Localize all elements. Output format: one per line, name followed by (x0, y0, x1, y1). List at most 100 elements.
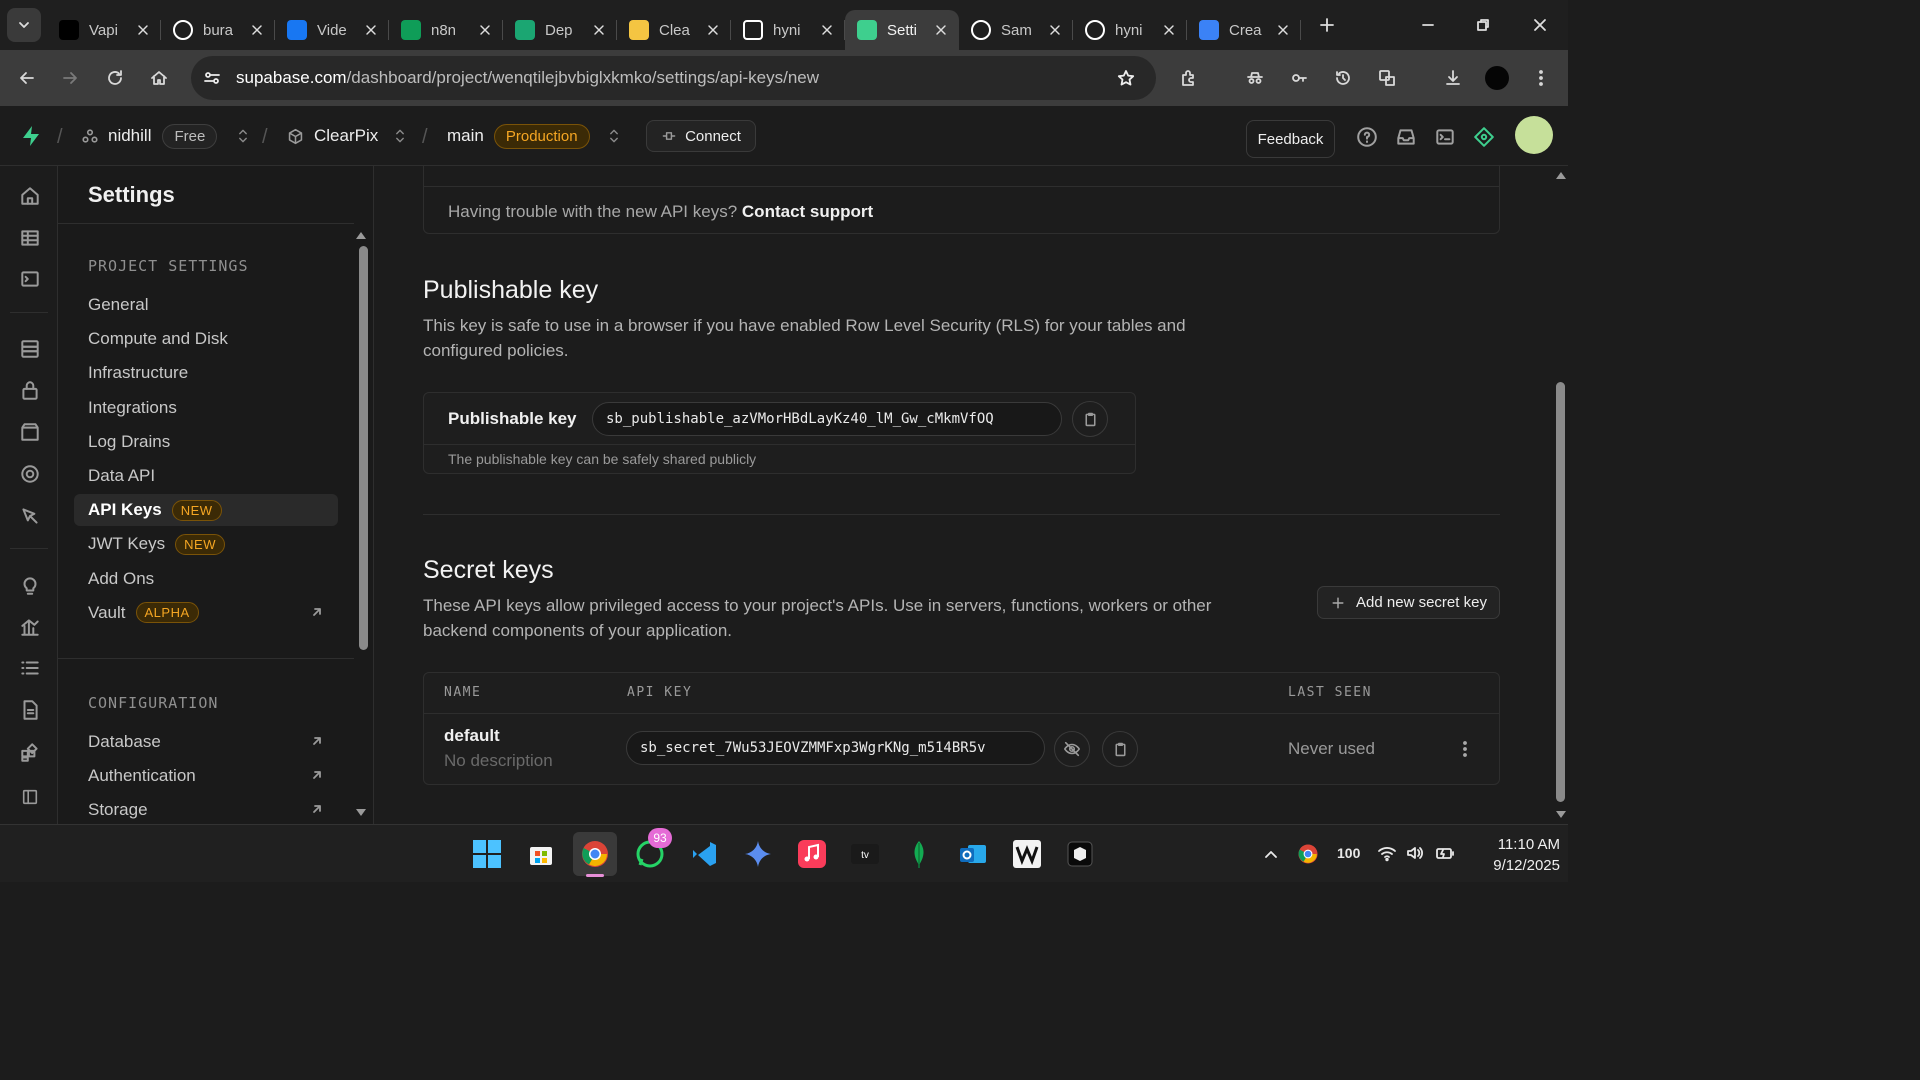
add-secret-key-button[interactable]: Add new secret key (1317, 586, 1500, 619)
settings-nav-infrastructure[interactable]: Infrastructure (74, 357, 338, 389)
secret-key-field[interactable]: sb_secret_7Wu53JEOVZMMFxp3WgrKNg_m514BR5… (626, 731, 1045, 765)
taskbar-music[interactable] (790, 832, 834, 876)
supabase-logo-icon[interactable] (19, 124, 43, 148)
taskbar-store[interactable] (519, 832, 563, 876)
config-nav-storage[interactable]: Storage (74, 794, 338, 824)
browser-tab[interactable]: Dep (503, 10, 617, 50)
forward-button[interactable] (52, 60, 88, 96)
translate-button[interactable] (1369, 60, 1405, 96)
start-button[interactable] (465, 832, 509, 876)
close-tab-icon[interactable] (705, 22, 721, 38)
org-selector[interactable]: nidhill Free (81, 106, 251, 166)
connect-button[interactable]: Connect (646, 120, 756, 152)
reveal-secret-key-button[interactable] (1054, 731, 1090, 767)
main-scroll-thumb[interactable] (1556, 382, 1565, 802)
logs-icon[interactable] (19, 657, 41, 679)
tab-search-button[interactable] (7, 8, 41, 42)
taskbar-whatsapp[interactable]: 93 (628, 828, 672, 876)
taskbar-wacom[interactable] (1005, 832, 1049, 876)
settings-nav-data-api[interactable]: Data API (74, 460, 338, 492)
reports-icon[interactable] (19, 616, 41, 638)
settings-nav-general[interactable]: General (74, 289, 338, 321)
row-actions-icon[interactable] (1455, 739, 1475, 759)
auth-lock-icon[interactable] (19, 379, 41, 401)
system-clock[interactable]: 11:10 AM 9/12/2025 (1470, 834, 1560, 876)
close-tab-icon[interactable] (477, 22, 493, 38)
taskbar-outlook[interactable] (951, 832, 995, 876)
contact-support-link[interactable]: Contact support (742, 202, 873, 221)
chrome-tray-icon[interactable] (1297, 843, 1319, 865)
taskbar-mongodb[interactable] (897, 832, 941, 876)
settings-nav-api-keys[interactable]: API Keys NEW (74, 494, 338, 527)
table-editor-icon[interactable] (19, 227, 41, 249)
profile-button[interactable] (1479, 60, 1515, 96)
config-nav-database[interactable]: Database (74, 726, 338, 758)
feedback-button[interactable]: Feedback (1246, 120, 1335, 158)
assistant-icon[interactable] (1473, 126, 1495, 148)
taskbar-gemini[interactable] (736, 832, 780, 876)
close-tab-icon[interactable] (135, 22, 151, 38)
scroll-down-icon[interactable] (355, 808, 367, 818)
browser-tab[interactable]: n8n (389, 10, 503, 50)
back-button[interactable] (9, 60, 45, 96)
sql-editor-icon[interactable] (19, 268, 41, 290)
browser-tab[interactable]: hyni (1073, 10, 1187, 50)
browser-tab[interactable]: Sam (959, 10, 1073, 50)
taskbar-package[interactable] (1058, 832, 1102, 876)
battery-icon[interactable] (1435, 843, 1455, 863)
close-tab-icon[interactable] (1275, 22, 1291, 38)
home-button[interactable] (141, 60, 177, 96)
project-selector[interactable]: ClearPix (287, 106, 408, 166)
incognito-button[interactable] (1237, 60, 1273, 96)
inbox-icon[interactable] (1395, 126, 1417, 148)
advisors-lightbulb-icon[interactable] (19, 574, 41, 596)
sidebar-scroll-thumb[interactable] (359, 246, 368, 650)
realtime-icon[interactable] (19, 505, 41, 527)
reload-button[interactable] (97, 60, 133, 96)
taskbar-chrome[interactable] (573, 832, 617, 877)
api-docs-icon[interactable] (19, 699, 41, 721)
browser-tab[interactable]: Crea (1187, 10, 1301, 50)
close-tab-icon[interactable] (1161, 22, 1177, 38)
copy-secret-key-button[interactable] (1102, 731, 1138, 767)
publishable-key-field[interactable]: sb_publishable_azVMorHBdLayKz40_lM_Gw_cM… (592, 402, 1062, 436)
config-nav-authentication[interactable]: Authentication (74, 760, 338, 792)
history-button[interactable] (1325, 60, 1361, 96)
user-avatar[interactable] (1515, 116, 1553, 154)
close-tab-icon[interactable] (1047, 22, 1063, 38)
downloads-button[interactable] (1435, 60, 1471, 96)
passwords-button[interactable] (1281, 60, 1317, 96)
wifi-icon[interactable] (1377, 843, 1397, 863)
browser-tab[interactable]: bura (161, 10, 275, 50)
terminal-icon[interactable] (1434, 126, 1456, 148)
scroll-down-icon[interactable] (1555, 810, 1567, 820)
browser-tab[interactable]: Vide (275, 10, 389, 50)
branch-selector[interactable]: main Production (447, 106, 622, 166)
taskbar-vscode[interactable] (682, 832, 726, 876)
new-tab-button[interactable] (1311, 9, 1343, 41)
chevron-up-icon[interactable] (1261, 844, 1281, 864)
address-bar[interactable]: supabase.com/dashboard/project/wenqtilej… (191, 56, 1156, 100)
taskbar-appletv[interactable]: tv (843, 832, 887, 876)
help-icon[interactable] (1356, 126, 1378, 148)
chrome-menu-button[interactable] (1523, 60, 1559, 96)
settings-nav-integrations[interactable]: Integrations (74, 392, 338, 424)
scroll-up-icon[interactable] (355, 230, 367, 240)
browser-tab[interactable]: hyni (731, 10, 845, 50)
minimize-button[interactable] (1408, 8, 1448, 42)
browser-tab[interactable]: Vapi (47, 10, 161, 50)
copy-publishable-key-button[interactable] (1072, 401, 1108, 437)
browser-tab[interactable]: Clea (617, 10, 731, 50)
browser-tab[interactable]: Setti (845, 10, 959, 50)
extensions-button[interactable] (1171, 60, 1207, 96)
edge-functions-icon[interactable] (19, 463, 41, 485)
settings-nav-jwt-keys[interactable]: JWT Keys NEW (74, 528, 338, 560)
close-tab-icon[interactable] (363, 22, 379, 38)
close-tab-icon[interactable] (249, 22, 265, 38)
collapse-sidebar-icon[interactable] (21, 788, 39, 806)
volume-icon[interactable] (1405, 843, 1425, 863)
settings-nav-vault[interactable]: Vault ALPHA (74, 597, 338, 629)
close-tab-icon[interactable] (933, 22, 949, 38)
close-window-button[interactable] (1520, 8, 1560, 42)
scroll-up-icon[interactable] (1555, 170, 1567, 180)
